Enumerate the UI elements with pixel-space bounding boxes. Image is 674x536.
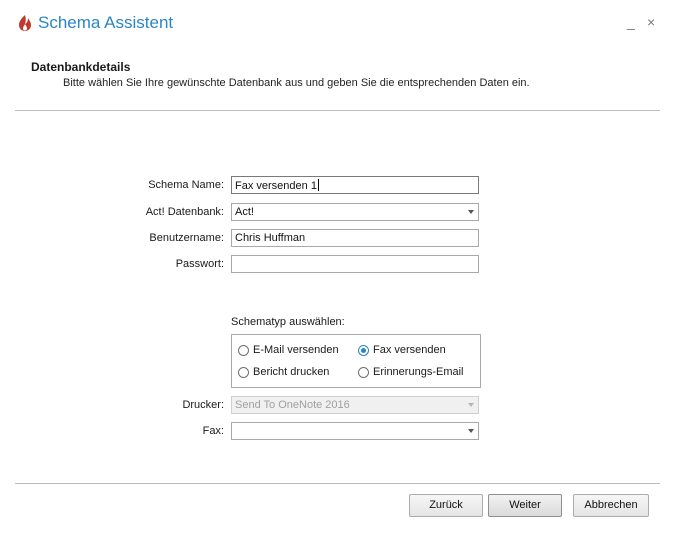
next-button[interactable]: Weiter <box>488 494 562 517</box>
chevron-down-icon <box>468 210 474 214</box>
radio-reminder-indicator <box>358 366 369 378</box>
database-label: Act! Datenbank: <box>145 206 224 218</box>
header-divider <box>15 110 660 111</box>
schema-type-label: Schematyp auswählen: <box>231 316 345 328</box>
printer-select[interactable]: Send To OneNote 2016 <box>231 396 479 414</box>
window-title: Schema Assistent <box>38 13 174 32</box>
radio-fax-label: Fax versenden <box>373 344 446 356</box>
printer-label: Drucker: <box>182 399 224 411</box>
radio-report-label: Bericht drucken <box>253 366 330 378</box>
username-input[interactable]: Chris Huffman <box>231 229 479 247</box>
schema-name-input[interactable]: Fax versenden 1 <box>231 176 479 194</box>
fax-label: Fax: <box>202 425 224 437</box>
app-logo-icon <box>19 15 31 31</box>
title-bar: Schema Assistent _ × <box>0 0 674 46</box>
password-label: Passwort: <box>175 258 224 270</box>
back-button[interactable]: Zurück <box>409 494 483 517</box>
chevron-down-icon <box>468 429 474 433</box>
section-description: Bitte wählen Sie Ihre gewünschte Datenba… <box>63 77 530 89</box>
schema-type-group: E-Mail versenden Fax versenden Bericht d… <box>231 334 481 388</box>
database-select[interactable]: Act! <box>231 203 479 221</box>
radio-fax[interactable]: Fax versenden <box>358 344 446 356</box>
fax-select[interactable] <box>231 422 479 440</box>
radio-email-indicator <box>238 344 249 356</box>
schema-name-label: Schema Name: <box>148 179 224 191</box>
username-value: Chris Huffman <box>235 232 306 244</box>
radio-reminder[interactable]: Erinnerungs-Email <box>358 366 463 378</box>
username-label: Benutzername: <box>149 232 224 244</box>
radio-reminder-label: Erinnerungs-Email <box>373 366 464 378</box>
schema-name-value: Fax versenden 1 <box>235 180 317 192</box>
radio-email-label: E-Mail versenden <box>253 344 339 356</box>
radio-report-indicator <box>238 366 249 378</box>
section-title: Datenbankdetails <box>31 60 131 74</box>
text-cursor <box>317 179 319 191</box>
cancel-button[interactable]: Abbrechen <box>573 494 649 517</box>
database-value: Act! <box>235 206 254 218</box>
radio-email[interactable]: E-Mail versenden <box>238 344 339 356</box>
minimize-button[interactable]: _ <box>627 14 635 30</box>
radio-report[interactable]: Bericht drucken <box>238 366 329 378</box>
radio-fax-indicator <box>358 344 369 356</box>
chevron-down-icon <box>468 403 474 407</box>
close-button[interactable]: × <box>647 14 655 30</box>
printer-value: Send To OneNote 2016 <box>235 399 350 411</box>
password-input[interactable] <box>231 255 479 273</box>
footer-divider <box>15 483 660 484</box>
